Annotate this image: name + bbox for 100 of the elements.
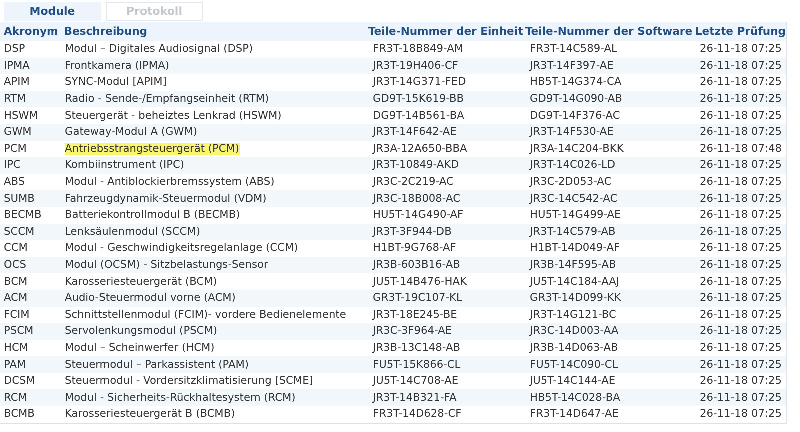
- table-cell: Modul - Geschwindigkeitsregelanlage (CCM): [65, 242, 298, 254]
- table-cell: Radio - Sende-/Empfangseinheit (RTM): [65, 93, 270, 106]
- table-cell: JR3C-3F964-AE: [373, 325, 452, 338]
- table-cell: PAM: [4, 358, 26, 371]
- table-cell: JU5T-14C144-AE: [530, 375, 616, 388]
- table-cell: JR3T-14C026-LD: [530, 159, 616, 172]
- table-cell: GWM: [4, 126, 32, 138]
- table-cell: Gateway-Modul A (GWM): [65, 126, 198, 138]
- table-cell: JR3C-14D003-AA: [530, 325, 619, 338]
- table-cell: JR3T-14C579-AB: [530, 226, 616, 238]
- column-header: Letzte Prüfung: [694, 25, 786, 38]
- table-cell: FR3T-14D647-AE: [530, 408, 619, 420]
- table-cell: 26-11-18 07:25: [700, 60, 782, 72]
- table-cell: GR3T-14D099-KK: [530, 292, 622, 304]
- table-cell: SCCM: [4, 226, 35, 238]
- table-cell: HB5T-14C028-BA: [530, 392, 620, 404]
- table-cell: GD9T-15K619-BB: [373, 93, 464, 106]
- table-cell: HU5T-14G499-AE: [530, 209, 622, 222]
- table-cell: 26-11-18 07:25: [700, 408, 782, 420]
- table-cell: 26-11-18 07:25: [700, 292, 782, 304]
- table-cell: Modul – Digitales Audiosignal (DSP): [65, 43, 254, 56]
- table-cell: JR3C-18B008-AC: [373, 192, 460, 205]
- table-cell: ACM: [4, 292, 28, 304]
- table-cell: H1BT-9G768-AF: [373, 242, 456, 254]
- table-cell: JR3B-14F595-AB: [530, 259, 616, 272]
- column-header: Teile-Nummer der Software: [524, 25, 692, 38]
- table-cell: JR3T-14G371-FED: [373, 76, 466, 88]
- table-cell: Modul – Scheinwerfer (HCM): [65, 342, 215, 354]
- table-cell: BCM: [4, 276, 28, 288]
- table-cell: Schnittstellenmodul (FCIM)- vordere Bedienelemente: [65, 308, 346, 321]
- table-cell: HU5T-14G490-AF: [373, 209, 464, 222]
- table-cell: CCM: [4, 242, 28, 254]
- table-cell: 26-11-18 07:25: [700, 126, 782, 138]
- table-cell: BCMB: [4, 408, 35, 420]
- table-cell: Antriebsstrangsteuergerät (PCM): [65, 142, 240, 155]
- table-cell: JR3B-603B16-AB: [373, 259, 460, 272]
- table-cell: 26-11-18 07:25: [700, 159, 782, 172]
- table-cell: SUMB: [4, 192, 35, 205]
- table-cell: PSCM: [4, 325, 34, 338]
- table-cell: SYNC-Modul [APIM]: [65, 76, 167, 88]
- table-cell: JR3T-14G121-BC: [530, 308, 616, 321]
- column-header: Akronym: [3, 25, 60, 38]
- table-cell: 26-11-18 07:25: [700, 110, 782, 122]
- table-cell: ABS: [4, 176, 26, 188]
- table-cell: 26-11-18 07:25: [700, 242, 782, 254]
- table-cell: 26-11-18 07:25: [700, 358, 782, 371]
- table-cell: JR3A-14C204-BKK: [530, 142, 624, 155]
- table-cell: 26-11-18 07:48: [700, 142, 782, 155]
- column-header: Beschreibung: [63, 25, 149, 38]
- table-cell: Kombiinstrument (IPC): [65, 159, 185, 172]
- tab[interactable]: Module: [4, 2, 101, 21]
- table-cell: DSP: [4, 43, 26, 56]
- table-cell: PCM: [4, 142, 27, 155]
- table-cell: HB5T-14G374-CA: [530, 76, 622, 88]
- table-cell: JR3C-2C219-AC: [373, 176, 454, 188]
- table-cell: JR3C-2D053-AC: [530, 176, 612, 188]
- table-cell: JR3T-14B321-FA: [373, 392, 457, 404]
- table-cell: 26-11-18 07:25: [700, 192, 782, 205]
- table-cell: 26-11-18 07:25: [700, 176, 782, 188]
- table-cell: 26-11-18 07:25: [700, 276, 782, 288]
- table-cell: FR3T-14C589-AL: [530, 43, 618, 56]
- table-cell: FU5T-14C090-CL: [530, 358, 618, 371]
- table-cell: JR3T-10849-AKD: [373, 159, 460, 172]
- table-cell: OCS: [4, 259, 26, 272]
- table-cell: BECMB: [4, 209, 42, 222]
- table-cell: Audio-Steuermodul vorne (ACM): [65, 292, 236, 304]
- table-cell: 26-11-18 07:25: [700, 392, 782, 404]
- table-cell: DCSM: [4, 375, 36, 388]
- table-cell: 26-11-18 07:25: [700, 375, 782, 388]
- table-cell: JR3T-14F397-AE: [530, 60, 614, 72]
- table-cell: Modul - Sicherheits-Rückhaltesystem (RCM): [65, 392, 296, 404]
- table-cell: RCM: [4, 392, 28, 404]
- table-cell: 26-11-18 07:25: [700, 76, 782, 88]
- table-cell: 26-11-18 07:25: [700, 209, 782, 222]
- table-cell: HCM: [4, 342, 29, 354]
- table-cell: 26-11-18 07:25: [700, 325, 782, 338]
- table-cell: Lenksäulenmodul (SCCM): [65, 226, 200, 238]
- table-cell: 26-11-18 07:25: [700, 93, 782, 106]
- table-cell: JR3T-14F530-AE: [530, 126, 614, 138]
- table-cell: RTM: [4, 93, 26, 106]
- table-cell: FU5T-15K866-CL: [373, 358, 461, 371]
- table-cell: APIM: [4, 76, 30, 88]
- table-cell: Servolenkungsmodul (PSCM): [65, 325, 218, 338]
- table-cell: 26-11-18 07:25: [700, 259, 782, 272]
- table-cell: JU5T-14C708-AE: [373, 375, 459, 388]
- table-cell: JU5T-14C184-AAJ: [530, 276, 620, 288]
- table-cell: H1BT-14D049-AF: [530, 242, 620, 254]
- table-cell: JR3T-18E245-BE: [373, 308, 458, 321]
- table-cell: JR3B-13C148-AB: [373, 342, 461, 354]
- table-cell: Modul - Antiblockierbremssystem (ABS): [65, 176, 275, 188]
- table-cell: FR3T-14D628-CF: [373, 408, 462, 420]
- table-cell: Fahrzeugdynamik-Steuermodul (VDM): [65, 192, 267, 205]
- table-cell: JR3T-19H406-CF: [373, 60, 459, 72]
- table-cell: 26-11-18 07:25: [700, 342, 782, 354]
- table-cell: Steuermodul - Vordersitzklimatisierung [SCME]: [65, 375, 314, 388]
- table-cell: Karosseriesteuergerät (BCM): [65, 276, 218, 288]
- table-cell: Frontkamera (IPMA): [65, 60, 170, 72]
- table-cell: Batteriekontrollmodul B (BECMB): [65, 209, 240, 222]
- table-cell: 26-11-18 07:25: [700, 308, 782, 321]
- table-cell: JR3B-14D063-AB: [530, 342, 618, 354]
